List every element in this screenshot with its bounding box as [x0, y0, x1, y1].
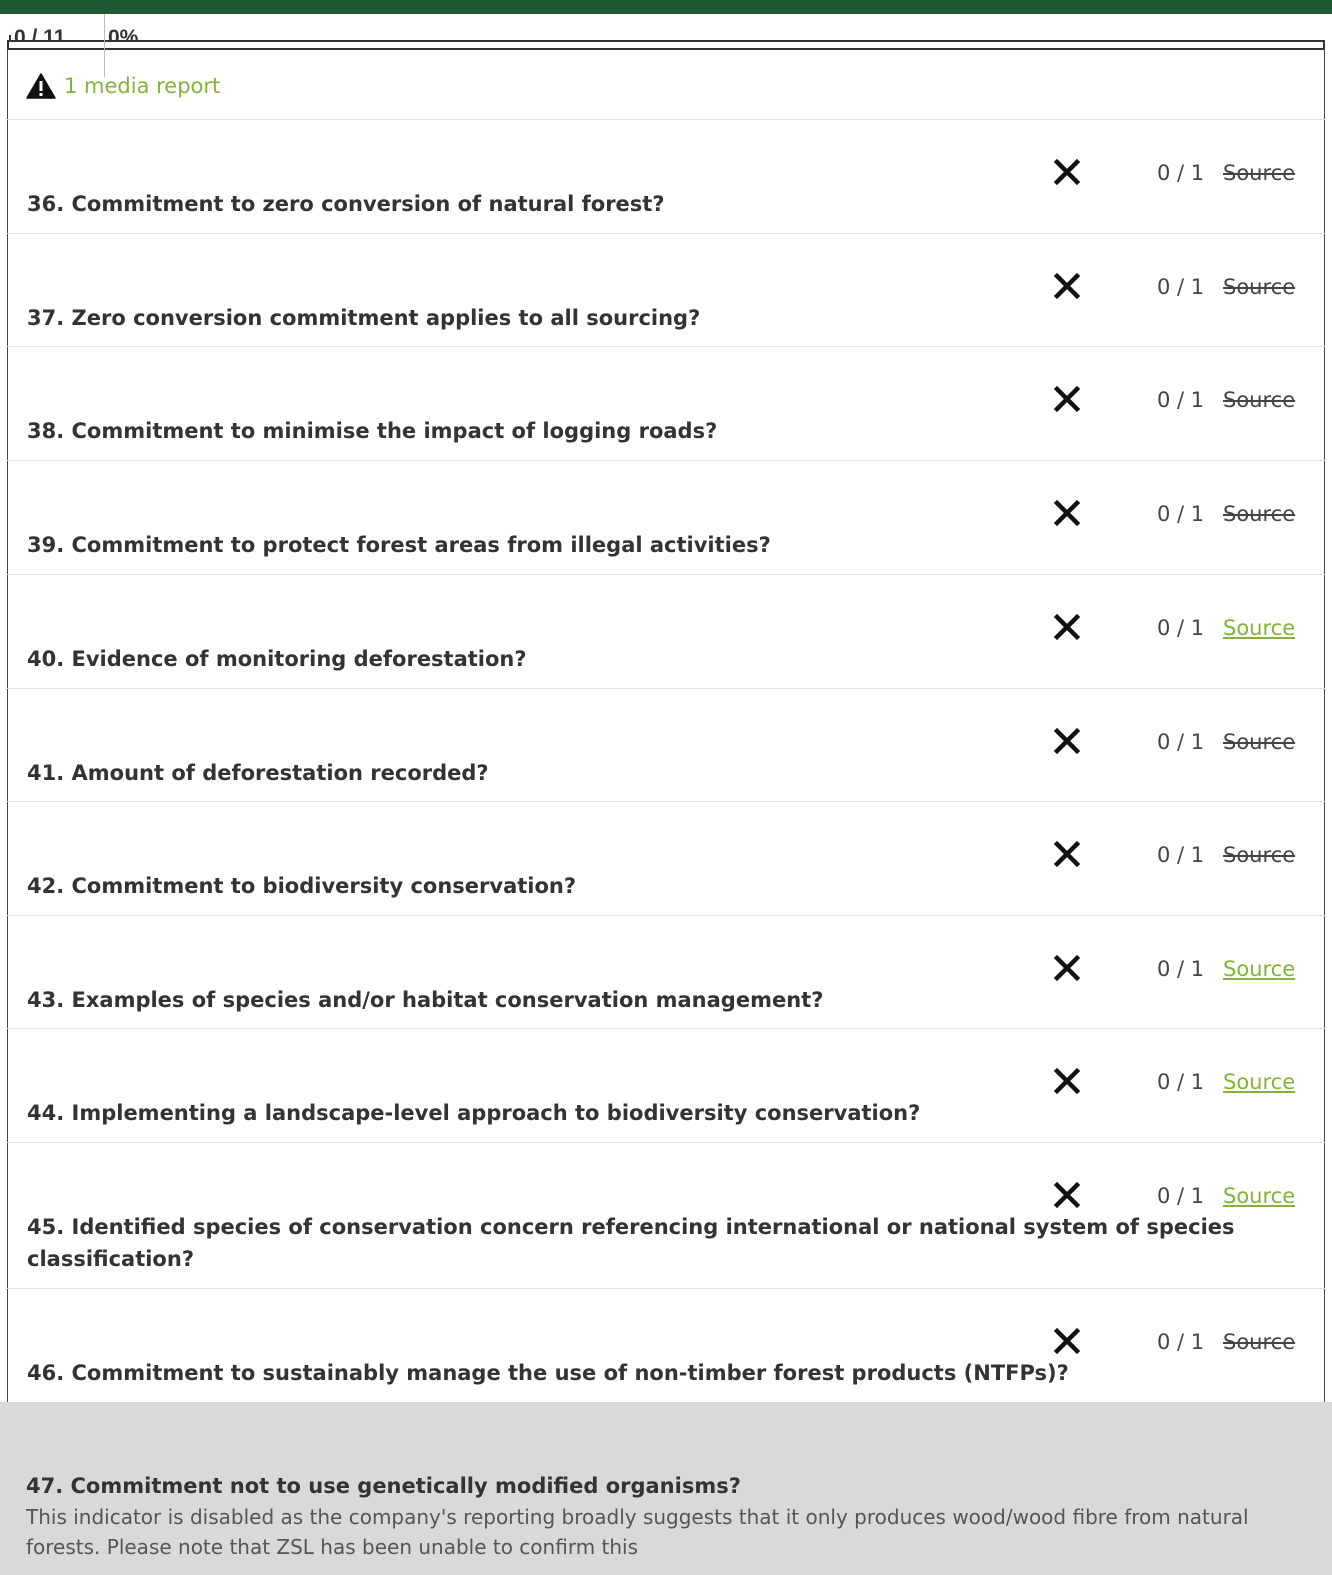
warning-icon — [26, 73, 56, 99]
header-rule — [7, 40, 1325, 50]
indicator-row: 0 / 1 Source 38. Commitment to minimise th… — [7, 346, 1325, 460]
indicator-question: 42. Commitment to biodiversity conservat… — [27, 874, 577, 898]
indicator-question: 39. Commitment to protect forest areas f… — [27, 533, 771, 557]
indicator-question: 41. Amount of deforestation recorded? — [27, 761, 489, 785]
cross-icon — [1053, 1181, 1081, 1209]
indicator-question: 43. Examples of species and/or habitat c… — [27, 988, 824, 1012]
indicator-row: 0 / 1 Source 42. Commitment to biodiversit… — [7, 801, 1325, 915]
media-report: 1 media report — [26, 72, 220, 100]
indicator-question: 38. Commitment to minimise the impact of… — [27, 419, 718, 443]
indicator-row: 0 / 1 Source 40. Evidence of monitoring de… — [7, 574, 1325, 688]
indicator-question: 37. Zero conversion commitment applies t… — [27, 306, 701, 330]
indicator-score: 0 / 1 — [1157, 388, 1205, 412]
indicator-question: 46. Commitment to sustainably manage the… — [27, 1361, 1069, 1385]
indicator-score: 0 / 1 — [1157, 957, 1205, 981]
disabled-indicator: 47. Commitment not to use genetically mo… — [0, 1402, 1332, 1575]
indicator-question: 36. Commitment to zero conversion of nat… — [27, 192, 665, 216]
cross-icon — [1053, 385, 1081, 413]
indicator-score: 0 / 1 — [1157, 1070, 1205, 1094]
source-disabled: Source — [1223, 161, 1296, 185]
indicator-row: 0 / 1 Source 39. Commitment to protect for… — [7, 460, 1325, 574]
indicator-question: 45. Identified species of conservation c… — [27, 1215, 1235, 1271]
cross-icon — [1053, 613, 1081, 641]
source-link[interactable]: Source — [1223, 1182, 1295, 1210]
source-disabled: Source — [1223, 388, 1296, 412]
indicator-score: 0 / 1 — [1157, 275, 1205, 299]
indicator-score: 0 / 1 — [1157, 502, 1205, 526]
disabled-indicator-description: This indicator is disabled as the compan… — [26, 1505, 1249, 1559]
disabled-indicator-title: 47. Commitment not to use genetically mo… — [26, 1474, 741, 1498]
media-report-link[interactable]: 1 media report — [64, 74, 220, 98]
indicator-score: 0 / 1 — [1157, 843, 1205, 867]
cross-icon — [1053, 158, 1081, 186]
top-brand-strip — [0, 0, 1332, 14]
cross-icon — [1053, 840, 1081, 868]
indicator-question: 40. Evidence of monitoring deforestation… — [27, 647, 527, 671]
indicator-score: 0 / 1 — [1157, 616, 1205, 640]
cross-icon — [1053, 499, 1081, 527]
score-percent: 0% — [108, 26, 139, 41]
cross-icon — [1053, 1067, 1081, 1095]
source-disabled: Source — [1223, 275, 1296, 299]
source-disabled: Source — [1223, 730, 1296, 754]
score-header: 0 / 11 0% — [0, 14, 1332, 41]
indicator-score: 0 / 1 — [1157, 161, 1205, 185]
indicator-score: 0 / 1 — [1157, 1330, 1205, 1354]
cross-icon — [1053, 1327, 1081, 1355]
indicator-row: 0 / 1 Source 45. Identified species of con… — [7, 1142, 1325, 1288]
indicator-row: 0 / 1 Source 37. Zero conversion commitmen… — [7, 233, 1325, 346]
indicator-score: 0 / 1 — [1157, 730, 1205, 754]
cross-icon — [1053, 727, 1081, 755]
source-disabled: Source — [1223, 1330, 1296, 1354]
source-disabled: Source — [1223, 502, 1296, 526]
indicator-row: 0 / 1 Source 46. Commitment to sustainably… — [7, 1288, 1325, 1402]
score-fraction: 0 / 11 — [14, 26, 66, 41]
indicator-score: 0 / 1 — [1157, 1184, 1205, 1208]
cross-icon — [1053, 272, 1081, 300]
source-link[interactable]: Source — [1223, 955, 1295, 983]
indicator-row: 0 / 1 Source 36. Commitment to zero conver… — [7, 119, 1325, 233]
indicator-row: 0 / 1 Source 41. Amount of deforestation r… — [7, 688, 1325, 801]
indicator-row: 0 / 1 Source 43. Examples of species and/o… — [7, 915, 1325, 1028]
source-link[interactable]: Source — [1223, 614, 1295, 642]
source-disabled: Source — [1223, 843, 1296, 867]
source-link[interactable]: Source — [1223, 1068, 1295, 1096]
header-divider — [104, 14, 105, 77]
indicator-question: 44. Implementing a landscape-level appro… — [27, 1101, 921, 1125]
indicator-row: 0 / 1 Source 44. Implementing a landscape-… — [7, 1028, 1325, 1142]
cross-icon — [1053, 954, 1081, 982]
